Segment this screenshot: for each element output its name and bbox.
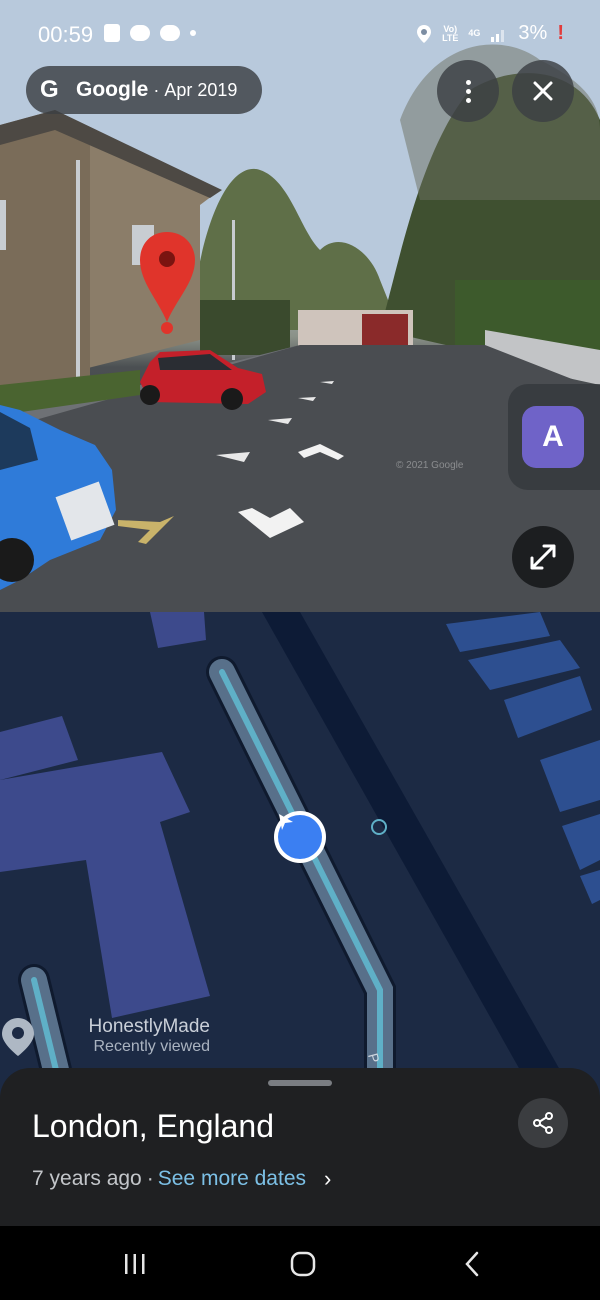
- signal-icon: [491, 29, 505, 42]
- translate-icon[interactable]: A: [522, 406, 584, 468]
- location-sheet[interactable]: London, England 7 years ago · See more d…: [0, 1068, 600, 1226]
- pill-separator: ·: [153, 79, 160, 100]
- see-more-dates-link[interactable]: See more dates: [158, 1167, 306, 1191]
- chevron-right-icon[interactable]: ›: [324, 1166, 331, 1192]
- volte-icon: Vo) LTE: [442, 23, 459, 43]
- battery-level: 3%: [518, 22, 548, 44]
- chat-notification-icon: [160, 25, 180, 41]
- capture-date: Apr 2019: [164, 79, 238, 100]
- imagery-date-pill[interactable]: G Google · Apr 2019: [26, 66, 262, 114]
- meta-separator: ·: [146, 1167, 154, 1190]
- message-notification-icon: [130, 25, 150, 41]
- back-button[interactable]: [452, 1244, 492, 1284]
- provider-name: Google: [76, 78, 149, 101]
- more-notifications-icon: [190, 30, 196, 36]
- alert-notification-icon: [104, 24, 120, 42]
- place-label[interactable]: HonestlyMade Recently viewed: [70, 1016, 210, 1056]
- location-meta: 7 years ago · See more dates ›: [32, 1166, 331, 1192]
- home-icon: [290, 1251, 316, 1277]
- close-button[interactable]: [512, 60, 574, 122]
- more-options-button[interactable]: [437, 60, 499, 122]
- side-panel-tab[interactable]: A: [508, 384, 600, 490]
- network-type: 4G: [468, 28, 481, 38]
- status-bar: 00:59 Vo) LTE 4G 3% !: [0, 0, 600, 70]
- expand-icon: [530, 544, 556, 570]
- back-icon: [465, 1251, 479, 1277]
- location-arrow-icon: [278, 814, 322, 859]
- copyright-watermark: © 2021 Google: [396, 460, 464, 471]
- share-icon: [533, 1112, 553, 1134]
- image-age: 7 years ago: [32, 1167, 142, 1190]
- battery-warning-icon: !: [557, 22, 564, 44]
- system-navigation-bar: [0, 1226, 600, 1300]
- place-subtitle: Recently viewed: [93, 1038, 211, 1055]
- drag-handle[interactable]: [268, 1080, 332, 1086]
- location-icon: [417, 24, 432, 43]
- current-location-marker[interactable]: [274, 811, 326, 863]
- recent-place-pin-icon[interactable]: [0, 1016, 36, 1058]
- home-button[interactable]: [283, 1244, 323, 1284]
- recent-apps-button[interactable]: [115, 1244, 155, 1284]
- share-button[interactable]: [518, 1098, 568, 1148]
- close-icon: [533, 81, 553, 101]
- recent-apps-icon: [125, 1254, 145, 1274]
- clock: 00:59: [38, 22, 94, 47]
- notification-icons: [104, 24, 196, 42]
- more-vertical-icon: [465, 79, 471, 103]
- google-logo-icon: G: [40, 76, 59, 103]
- expand-button[interactable]: [512, 526, 574, 588]
- location-title: London, England: [32, 1108, 274, 1144]
- system-icons: Vo) LTE 4G 3% !: [416, 22, 564, 45]
- place-name: HonestlyMade: [88, 1016, 210, 1037]
- street-view-panorama[interactable]: 00:59 Vo) LTE 4G 3% ! G Google · Apr 201…: [0, 0, 600, 612]
